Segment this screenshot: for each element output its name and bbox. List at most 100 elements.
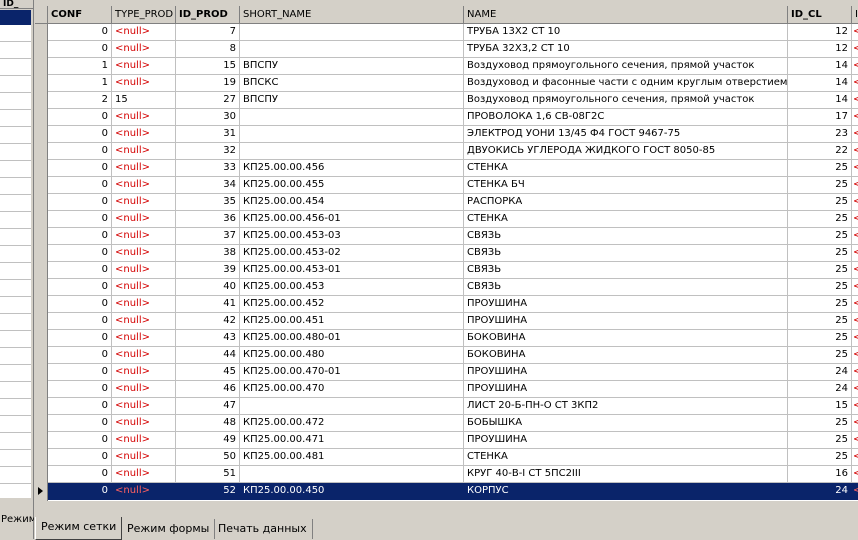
tab-form-mode[interactable]: Режим формы xyxy=(122,519,216,539)
cell-conf[interactable]: 0 xyxy=(48,432,112,449)
column-header-extra[interactable]: I xyxy=(852,6,858,24)
cell-type-prod[interactable]: <null> xyxy=(112,245,176,262)
cell-short-name[interactable]: КП25.00.00.453-02 xyxy=(240,245,464,262)
cell-conf[interactable]: 0 xyxy=(48,41,112,58)
cell-id-cl[interactable]: 17 xyxy=(788,109,852,126)
cell-conf[interactable]: 0 xyxy=(48,313,112,330)
cell-conf[interactable]: 1 xyxy=(48,58,112,75)
cell-extra[interactable]: < xyxy=(852,398,858,415)
cell-name[interactable]: ТРУБА 32Х3,2 СТ 10 xyxy=(464,41,788,58)
cell-id-prod[interactable]: 19 xyxy=(176,75,240,92)
cell-id-prod[interactable]: 34 xyxy=(176,177,240,194)
cell-type-prod[interactable]: <null> xyxy=(112,313,176,330)
table-row[interactable]: 0<null>46КП25.00.00.470ПРОУШИНА24< xyxy=(48,381,858,398)
cell-type-prod[interactable]: <null> xyxy=(112,381,176,398)
cell-short-name[interactable]: КП25.00.00.470-01 xyxy=(240,364,464,381)
cell-extra[interactable]: < xyxy=(852,211,858,228)
cell-conf[interactable]: 0 xyxy=(48,262,112,279)
cell-type-prod[interactable]: <null> xyxy=(112,279,176,296)
cell-short-name[interactable]: ВПСПУ xyxy=(240,92,464,109)
cell-conf[interactable]: 0 xyxy=(48,211,112,228)
cell-short-name[interactable]: КП25.00.00.470 xyxy=(240,381,464,398)
cell-name[interactable]: Воздуховод и фасонные части с одним круг… xyxy=(464,75,788,92)
cell-id-cl[interactable]: 22 xyxy=(788,143,852,160)
cell-name[interactable]: БОКОВИНА xyxy=(464,347,788,364)
cell-conf[interactable]: 0 xyxy=(48,109,112,126)
cell-conf[interactable]: 0 xyxy=(48,194,112,211)
cell-name[interactable]: СВЯЗЬ xyxy=(464,245,788,262)
cell-conf[interactable]: 0 xyxy=(48,398,112,415)
cell-short-name[interactable]: КП25.00.00.456-01 xyxy=(240,211,464,228)
left-tab-grid-mode[interactable]: Режим xyxy=(0,512,34,528)
cell-extra[interactable]: < xyxy=(852,228,858,245)
cell-id-cl[interactable]: 16 xyxy=(788,466,852,483)
cell-extra[interactable]: < xyxy=(852,415,858,432)
cell-extra[interactable]: < xyxy=(852,41,858,58)
column-header-id-cl[interactable]: ID_CL xyxy=(788,6,852,24)
cell-name[interactable]: СВЯЗЬ xyxy=(464,262,788,279)
cell-id-cl[interactable]: 14 xyxy=(788,92,852,109)
column-header-conf[interactable]: CONF xyxy=(48,6,112,24)
table-row[interactable]: 0<null>51 КРУГ 40-В-I СТ 5ПС2III16< xyxy=(48,466,858,483)
cell-conf[interactable]: 0 xyxy=(48,466,112,483)
cell-id-prod[interactable]: 43 xyxy=(176,330,240,347)
cell-type-prod[interactable]: <null> xyxy=(112,449,176,466)
cell-name[interactable]: ТРУБА 13Х2 СТ 10 xyxy=(464,24,788,41)
cell-extra[interactable]: < xyxy=(852,58,858,75)
cell-id-prod[interactable]: 50 xyxy=(176,449,240,466)
cell-short-name[interactable]: КП25.00.00.481 xyxy=(240,449,464,466)
cell-name[interactable]: ПРОУШИНА xyxy=(464,313,788,330)
cell-id-prod[interactable]: 32 xyxy=(176,143,240,160)
cell-type-prod[interactable]: <null> xyxy=(112,194,176,211)
table-row[interactable]: 0<null>49КП25.00.00.471ПРОУШИНА25< xyxy=(48,432,858,449)
cell-id-cl[interactable]: 24 xyxy=(788,483,852,500)
cell-id-cl[interactable]: 23 xyxy=(788,126,852,143)
cell-short-name[interactable] xyxy=(240,41,464,58)
cell-id-cl[interactable]: 14 xyxy=(788,58,852,75)
table-row[interactable]: 0<null>35КП25.00.00.454РАСПОРКА25< xyxy=(48,194,858,211)
cell-id-cl[interactable]: 24 xyxy=(788,381,852,398)
cell-type-prod[interactable]: <null> xyxy=(112,160,176,177)
left-selected-row[interactable] xyxy=(0,10,31,25)
cell-extra[interactable]: < xyxy=(852,143,858,160)
cell-type-prod[interactable]: <null> xyxy=(112,330,176,347)
cell-short-name[interactable]: КП25.00.00.453-01 xyxy=(240,262,464,279)
cell-id-prod[interactable]: 36 xyxy=(176,211,240,228)
cell-short-name[interactable]: КП25.00.00.455 xyxy=(240,177,464,194)
cell-id-cl[interactable]: 25 xyxy=(788,262,852,279)
table-row[interactable]: 0 <null> 32 ДВУОКИСЬ УГЛЕРОДА ЖИДКОГО ГОСТ … xyxy=(48,143,858,160)
cell-name[interactable]: СТЕНКА xyxy=(464,211,788,228)
cell-id-cl[interactable]: 12 xyxy=(788,41,852,58)
cell-conf[interactable]: 0 xyxy=(48,177,112,194)
cell-id-cl[interactable]: 25 xyxy=(788,415,852,432)
cell-conf[interactable]: 0 xyxy=(48,160,112,177)
cell-id-prod[interactable]: 48 xyxy=(176,415,240,432)
cell-id-cl[interactable]: 25 xyxy=(788,313,852,330)
cell-type-prod[interactable]: <null> xyxy=(112,109,176,126)
cell-name[interactable]: СТЕНКА БЧ xyxy=(464,177,788,194)
table-row[interactable]: 0<null>34КП25.00.00.455СТЕНКА БЧ25< xyxy=(48,177,858,194)
cell-id-cl[interactable]: 25 xyxy=(788,194,852,211)
cell-type-prod[interactable]: <null> xyxy=(112,296,176,313)
cell-extra[interactable]: < xyxy=(852,279,858,296)
cell-id-cl[interactable]: 25 xyxy=(788,296,852,313)
cell-conf[interactable]: 0 xyxy=(48,381,112,398)
cell-short-name[interactable]: КП25.00.00.452 xyxy=(240,296,464,313)
table-row[interactable]: 0<null>40КП25.00.00.453СВЯЗЬ25< xyxy=(48,279,858,296)
cell-type-prod[interactable]: <null> xyxy=(112,41,176,58)
cell-short-name[interactable]: КП25.00.00.480-01 xyxy=(240,330,464,347)
cell-id-cl[interactable]: 25 xyxy=(788,228,852,245)
cell-conf[interactable]: 1 xyxy=(48,75,112,92)
cell-id-prod[interactable]: 44 xyxy=(176,347,240,364)
cell-id-prod[interactable]: 49 xyxy=(176,432,240,449)
cell-type-prod[interactable]: <null> xyxy=(112,466,176,483)
cell-type-prod[interactable]: <null> xyxy=(112,347,176,364)
cell-name[interactable]: ПРОВОЛОКА 1,6 СВ-08Г2С xyxy=(464,109,788,126)
cell-name[interactable]: Воздуховод прямоугольного сечения, прямо… xyxy=(464,92,788,109)
cell-conf[interactable]: 0 xyxy=(48,347,112,364)
cell-extra[interactable]: < xyxy=(852,75,858,92)
cell-id-prod[interactable]: 30 xyxy=(176,109,240,126)
table-row[interactable]: 0<null>50КП25.00.00.481СТЕНКА25< xyxy=(48,449,858,466)
table-row[interactable]: 0<null>48КП25.00.00.472БОБЫШКА25< xyxy=(48,415,858,432)
left-grid-body[interactable] xyxy=(0,25,31,498)
